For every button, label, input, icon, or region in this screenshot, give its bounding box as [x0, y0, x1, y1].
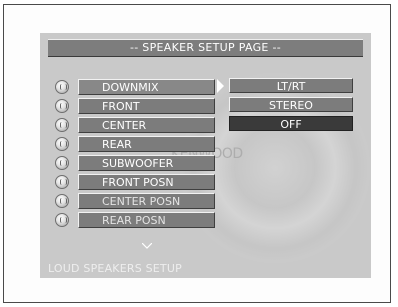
- menu-item-center-posn[interactable]: CENTER POSN: [78, 193, 215, 209]
- menu-item-rear[interactable]: REAR: [78, 136, 215, 152]
- speaker-icon: [55, 156, 69, 170]
- speaker-icon: [55, 175, 69, 189]
- menu-item-rear-posn[interactable]: REAR POSN: [78, 212, 215, 228]
- menu-item-front-posn[interactable]: FRONT POSN: [78, 174, 215, 190]
- page-title: -- SPEAKER SETUP PAGE --: [48, 39, 363, 57]
- speaker-icon: [55, 80, 69, 94]
- speaker-icon: [55, 213, 69, 227]
- footer-label: LOUD SPEAKERS SETUP: [48, 262, 182, 275]
- speaker-icon: [55, 99, 69, 113]
- menu-item-subwoofer[interactable]: SUBWOOFER: [78, 155, 215, 171]
- menu-item-front[interactable]: FRONT: [78, 98, 215, 114]
- speaker-icon: [55, 137, 69, 151]
- option-lt-rt[interactable]: LT/RT: [229, 78, 353, 93]
- speaker-icon: [55, 118, 69, 132]
- menu-item-downmix[interactable]: DOWNMIX: [78, 79, 215, 95]
- option-off[interactable]: OFF: [229, 116, 353, 131]
- speaker-icon: [55, 194, 69, 208]
- osd-panel: KENWOOD -- SPEAKER SETUP PAGE -- DOWNMIX…: [40, 33, 371, 278]
- menu-item-center[interactable]: CENTER: [78, 117, 215, 133]
- submenu-arrow-icon: [215, 78, 224, 94]
- scroll-down-icon[interactable]: [142, 243, 152, 249]
- option-stereo[interactable]: STEREO: [229, 97, 353, 112]
